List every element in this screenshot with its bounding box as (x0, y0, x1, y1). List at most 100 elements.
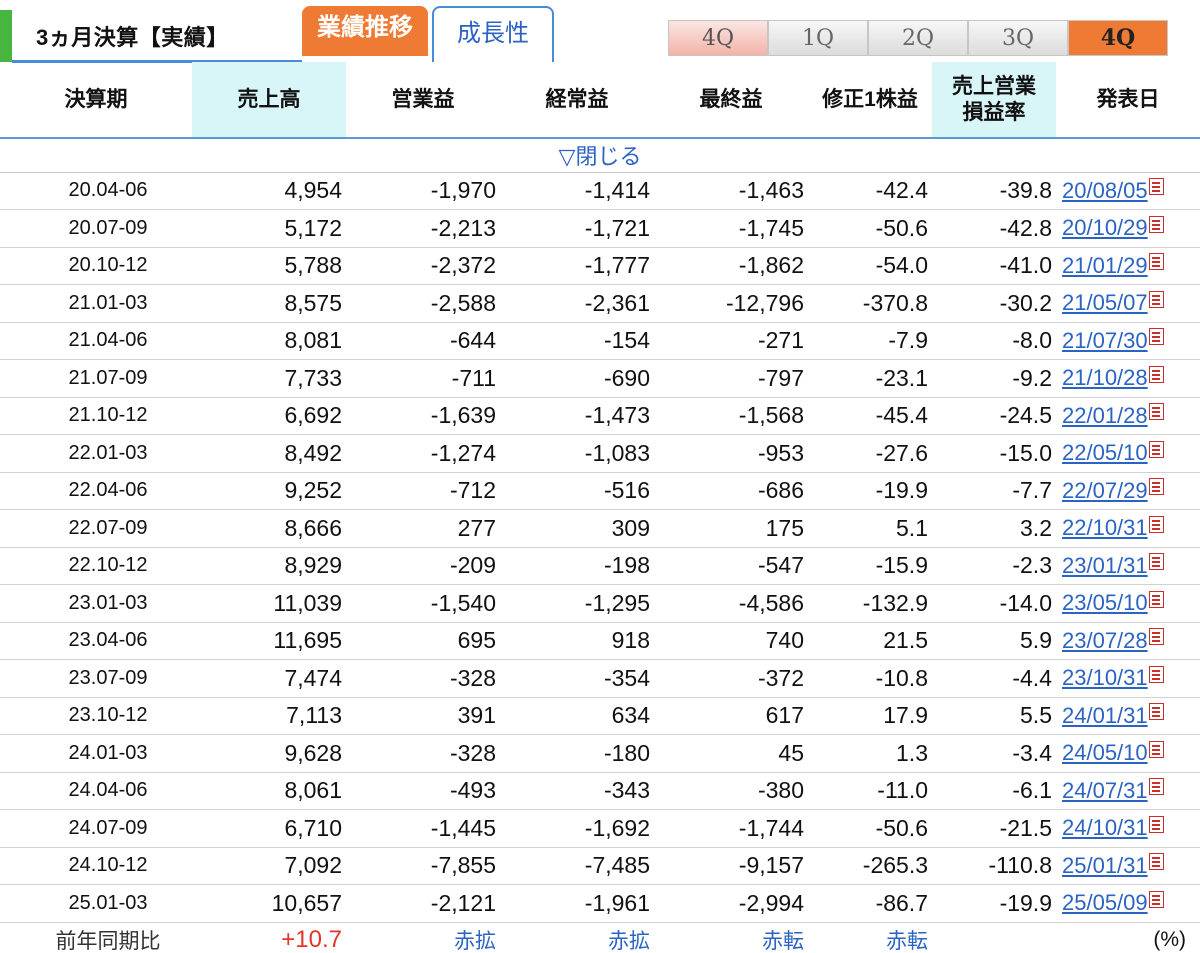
table-row: 23.10-12 7,113 391 634 617 17.9 5.5 24/01/31 (0, 697, 1200, 735)
pdf-document-icon[interactable] (1148, 290, 1164, 308)
pdf-document-icon[interactable] (1148, 215, 1164, 233)
cell-sales: 9,252 (192, 472, 346, 510)
tab-growth[interactable]: 成長性 (432, 6, 554, 62)
pdf-document-icon[interactable] (1148, 440, 1164, 458)
pdf-document-icon[interactable] (1148, 365, 1164, 383)
cell-sales: 8,666 (192, 509, 346, 548)
cell-eps: -50.6 (808, 209, 932, 248)
cell-sales: 8,929 (192, 547, 346, 585)
col-header-operating-margin: 売上営業 損益率 (932, 62, 1056, 139)
cell-net-profit: -547 (654, 547, 808, 585)
cell-eps: -54.0 (808, 247, 932, 285)
announce-date-link[interactable]: 23/07/28 (1062, 628, 1148, 653)
cell-period: 24.04-06 (0, 772, 192, 810)
toggle-row: ▽閉じる (0, 138, 1200, 173)
pdf-document-icon[interactable] (1148, 778, 1164, 796)
quarter-selector: 4Q 1Q 2Q 3Q 4Q (668, 20, 1168, 56)
cell-announce-date: 24/05/10 (1056, 734, 1200, 773)
announce-date-link[interactable]: 23/10/31 (1062, 665, 1148, 690)
announce-date-link[interactable]: 20/10/29 (1062, 215, 1148, 240)
cell-operating-margin: -2.3 (932, 547, 1056, 585)
announce-date-link[interactable]: 22/05/10 (1062, 440, 1148, 465)
section-title: 3ヵ月決算【実績】 (36, 25, 229, 50)
cell-eps: 5.1 (808, 509, 932, 548)
cell-announce-date: 23/10/31 (1056, 659, 1200, 698)
cell-operating-margin: 3.2 (932, 509, 1056, 548)
pdf-document-icon[interactable] (1148, 553, 1164, 571)
table-row: 24.07-09 6,710 -1,445 -1,692 -1,744 -50.6 -21.… (0, 809, 1200, 848)
table-row: 23.07-09 7,474 -328 -354 -372 -10.8 -4.4 23/10/… (0, 659, 1200, 698)
tab-performance[interactable]: 業績推移 (302, 6, 428, 56)
pdf-document-icon[interactable] (1148, 478, 1164, 496)
cell-eps: 17.9 (808, 697, 932, 735)
quarter-button-2q[interactable]: 2Q (868, 20, 968, 56)
pdf-document-icon[interactable] (1148, 853, 1164, 871)
quarter-button-4q-selected[interactable]: 4Q (1068, 20, 1168, 56)
announce-date-link[interactable]: 24/10/31 (1062, 815, 1148, 840)
cell-operating-profit: -2,121 (346, 884, 500, 923)
announce-date-link[interactable]: 21/05/07 (1062, 290, 1148, 315)
quarter-button-1q[interactable]: 1Q (768, 20, 868, 56)
table-row: 23.04-06 11,695 695 918 740 21.5 5.9 23/07/28 (0, 622, 1200, 660)
announce-date-link[interactable]: 24/05/10 (1062, 740, 1148, 765)
announce-date-link[interactable]: 22/10/31 (1062, 515, 1148, 540)
cell-sales: 8,575 (192, 284, 346, 323)
cell-announce-date: 21/07/30 (1056, 322, 1200, 360)
cell-operating-profit: -711 (346, 359, 500, 398)
cell-eps: -23.1 (808, 359, 932, 398)
section-marker (0, 10, 12, 62)
collapse-toggle-link[interactable]: ▽閉じる (559, 144, 642, 169)
table-row: 21.01-03 8,575 -2,588 -2,361 -12,796 -370.8 -3… (0, 284, 1200, 323)
cell-announce-date: 21/01/29 (1056, 247, 1200, 285)
cell-operating-profit: -2,372 (346, 247, 500, 285)
pdf-document-icon[interactable] (1148, 815, 1164, 833)
pdf-document-icon[interactable] (1148, 890, 1164, 908)
announce-date-link[interactable]: 24/01/31 (1062, 703, 1148, 728)
announce-date-link[interactable]: 25/05/09 (1062, 890, 1148, 915)
col-header-ordinary-profit: 経常益 (500, 62, 654, 139)
quarter-button-4q-prev[interactable]: 4Q (668, 20, 768, 56)
announce-date-link[interactable]: 20/08/05 (1062, 178, 1148, 203)
cell-operating-profit: 277 (346, 509, 500, 548)
cell-announce-date: 22/05/10 (1056, 434, 1200, 473)
announce-date-link[interactable]: 22/01/28 (1062, 403, 1148, 428)
pdf-document-icon[interactable] (1148, 590, 1164, 608)
pdf-document-icon[interactable] (1148, 253, 1164, 271)
cell-net-profit: 175 (654, 509, 808, 548)
pdf-document-icon[interactable] (1148, 178, 1164, 196)
pdf-document-icon[interactable] (1148, 628, 1164, 646)
announce-date-link[interactable]: 23/05/10 (1062, 590, 1148, 615)
cell-operating-profit: -1,445 (346, 809, 500, 848)
cell-ordinary-profit: -343 (500, 772, 654, 810)
cell-operating-margin: -42.8 (932, 209, 1056, 248)
announce-date-link[interactable]: 22/07/29 (1062, 478, 1148, 503)
cell-announce-date: 25/01/31 (1056, 847, 1200, 885)
announce-date-link[interactable]: 21/07/30 (1062, 328, 1148, 353)
pdf-document-icon[interactable] (1148, 665, 1164, 683)
cell-net-profit: -1,463 (654, 172, 808, 210)
table-row: 20.07-09 5,172 -2,213 -1,721 -1,745 -50.6 -42.… (0, 209, 1200, 248)
announce-date-link[interactable]: 25/01/31 (1062, 853, 1148, 878)
announce-date-link[interactable]: 21/01/29 (1062, 253, 1148, 278)
pdf-document-icon[interactable] (1148, 403, 1164, 421)
table-row: 22.01-03 8,492 -1,274 -1,083 -953 -27.6 -15.0 2… (0, 434, 1200, 473)
pdf-document-icon[interactable] (1148, 703, 1164, 721)
cell-ordinary-profit: -1,777 (500, 247, 654, 285)
announce-date-link[interactable]: 23/01/31 (1062, 553, 1148, 578)
pdf-document-icon[interactable] (1148, 740, 1164, 758)
cell-eps: -27.6 (808, 434, 932, 473)
cell-period: 22.10-12 (0, 547, 192, 585)
announce-date-link[interactable]: 24/07/31 (1062, 778, 1148, 803)
announce-date-link[interactable]: 21/10/28 (1062, 365, 1148, 390)
section-header: 3ヵ月決算【実績】 業績推移 成長性 4Q 1Q 2Q 3Q 4Q (0, 0, 1200, 63)
table-row: 20.04-06 4,954 -1,970 -1,414 -1,463 -42.4 -39.… (0, 172, 1200, 210)
summary-net: 赤転 (762, 930, 804, 953)
cell-eps: -370.8 (808, 284, 932, 323)
cell-net-profit: -1,862 (654, 247, 808, 285)
quarter-button-3q[interactable]: 3Q (968, 20, 1068, 56)
cell-sales: 8,061 (192, 772, 346, 810)
pdf-document-icon[interactable] (1148, 328, 1164, 346)
pdf-document-icon[interactable] (1148, 515, 1164, 533)
table-row: 23.01-03 11,039 -1,540 -1,295 -4,586 -132.9 -1… (0, 584, 1200, 623)
cell-period: 23.10-12 (0, 697, 192, 735)
